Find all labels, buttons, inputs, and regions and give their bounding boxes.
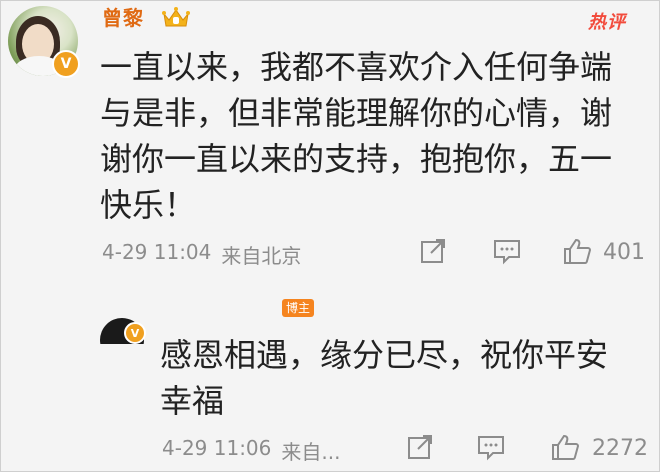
hot-comment-tag: 热评 bbox=[588, 12, 626, 33]
like-icon[interactable] bbox=[562, 236, 592, 266]
comment-icon[interactable] bbox=[476, 432, 506, 462]
reply-location: 来自... bbox=[281, 440, 341, 464]
comment-meta: 4-29 11:04 来自北京 bbox=[102, 240, 301, 269]
username[interactable]: 曾黎 bbox=[102, 2, 144, 31]
comment-icon[interactable] bbox=[492, 236, 522, 266]
comment-date: 4-29 11:04 bbox=[102, 240, 212, 264]
verified-v-icon: V bbox=[52, 50, 80, 78]
like-icon[interactable] bbox=[550, 432, 580, 462]
like-count: 401 bbox=[603, 240, 645, 265]
comment-text: 一直以来，我都不喜欢介入任何争端与是非，但非常能理解你的心情，谢谢你一直以来的支… bbox=[100, 48, 613, 224]
reply-date: 4-29 11:06 bbox=[162, 436, 272, 460]
reply-meta: 4-29 11:06 来自... bbox=[162, 436, 340, 465]
vip-crown-icon bbox=[162, 7, 190, 27]
reply-text: 感恩相遇，缘分已尽，祝你平安幸福 bbox=[160, 336, 609, 420]
comment-location: 来自北京 bbox=[221, 244, 302, 268]
verified-v-icon: V bbox=[124, 322, 146, 344]
like-count: 2272 bbox=[592, 436, 648, 461]
author-tag: 博主 bbox=[282, 299, 315, 317]
share-icon[interactable] bbox=[418, 236, 448, 266]
share-icon[interactable] bbox=[405, 432, 435, 462]
